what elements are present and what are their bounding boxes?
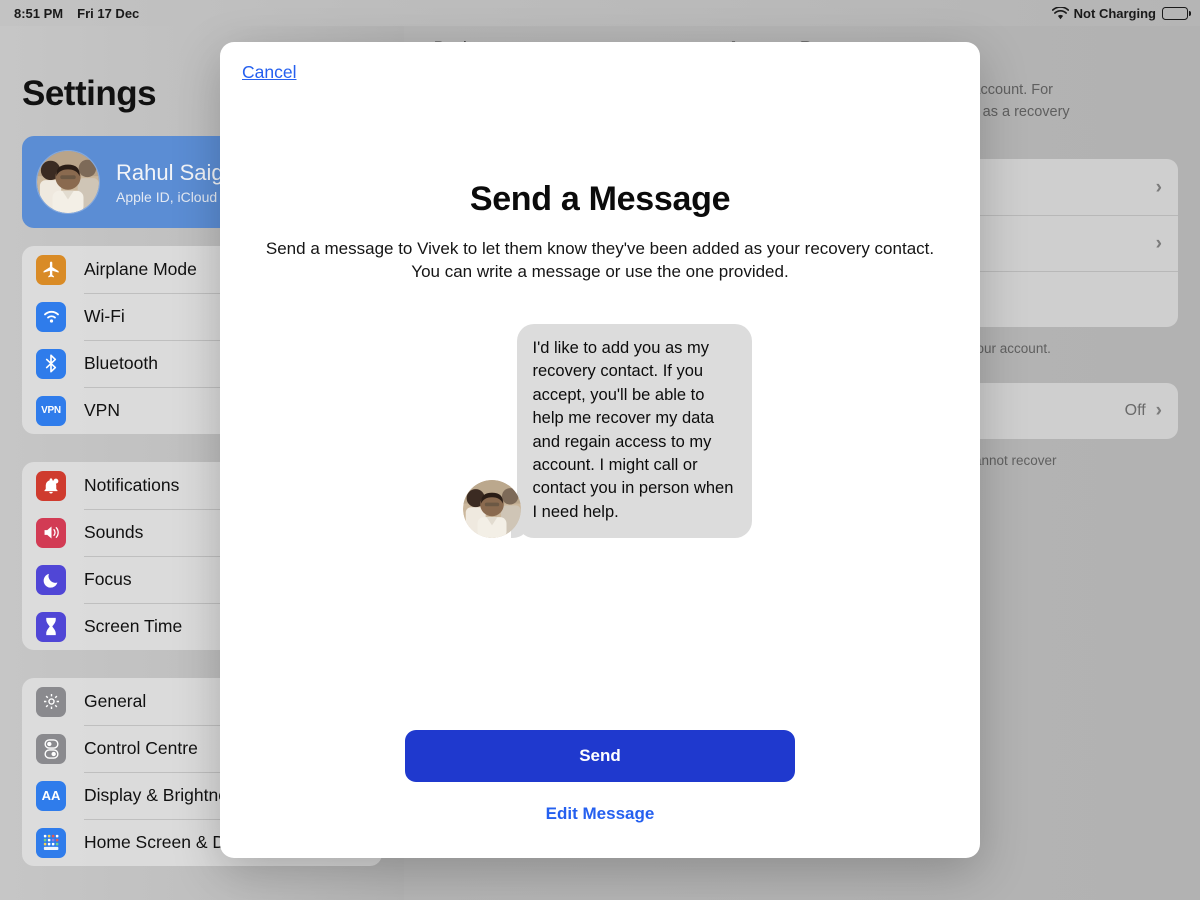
recovery-key-value: Off — [1124, 401, 1146, 419]
vpn-icon: VPN — [36, 395, 66, 426]
status-date: Fri 17 Dec — [77, 5, 140, 21]
send-message-modal: Cancel Send a Message Send a message to … — [220, 42, 980, 858]
sidebar-item-label: Screen Time — [84, 616, 183, 636]
wifi-icon — [1051, 7, 1069, 20]
moon-icon — [36, 564, 66, 595]
hourglass-icon — [36, 611, 66, 642]
speaker-icon — [36, 517, 66, 548]
sidebar-item-label: VPN — [84, 400, 120, 420]
avatar — [36, 150, 100, 214]
sidebar-item-label: Control Centre — [84, 738, 198, 758]
battery-status-label: Not Charging — [1073, 5, 1156, 21]
wifi-icon — [36, 301, 66, 332]
sidebar-item-label: Sounds — [84, 522, 144, 542]
status-bar: 8:51 PM Fri 17 Dec Not Charging — [0, 0, 1200, 26]
profile-text: Rahul Saig Apple ID, iCloud — [116, 159, 224, 206]
cancel-button[interactable]: Cancel — [242, 62, 296, 83]
send-button[interactable]: Send — [405, 730, 795, 782]
status-time: 8:51 PM — [14, 5, 64, 21]
aa-icon: AA — [36, 780, 66, 811]
edit-message-button[interactable]: Edit Message — [220, 804, 980, 824]
ipad-screen: 8:51 PM Fri 17 Dec Not Charging Settings — [0, 0, 1200, 900]
message-preview: I'd like to add you as my recovery conta… — [220, 323, 980, 539]
sidebar-item-label: Bluetooth — [84, 353, 158, 373]
airplane-icon — [36, 254, 66, 285]
profile-name: Rahul Saig — [116, 159, 224, 185]
sidebar-item-label: Wi-Fi — [84, 306, 125, 326]
app-grid-icon — [36, 827, 66, 858]
status-bar-right: Not Charging — [1051, 5, 1191, 21]
status-bar-left: 8:51 PM Fri 17 Dec — [14, 6, 139, 21]
sidebar-item-label: Airplane Mode — [84, 259, 197, 279]
gear-icon — [36, 686, 66, 717]
chevron-right-icon: › — [1155, 176, 1162, 198]
toggles-icon — [36, 733, 66, 764]
chevron-right-icon: › — [1155, 232, 1162, 254]
avatar — [462, 480, 521, 539]
profile-subtitle: Apple ID, iCloud — [116, 189, 218, 206]
chevron-right-icon: › — [1155, 400, 1162, 422]
battery-icon — [1162, 6, 1191, 20]
sidebar-item-label: General — [84, 691, 147, 711]
bluetooth-icon — [36, 348, 66, 379]
modal-subtitle: Send a message to Vivek to let them know… — [265, 239, 935, 282]
modal-actions: Send Edit Message — [220, 730, 980, 858]
message-bubble: I'd like to add you as my recovery conta… — [510, 323, 752, 539]
sidebar-item-label: Notifications — [84, 475, 180, 495]
modal-title: Send a Message — [469, 180, 731, 218]
bell-icon — [36, 470, 66, 501]
sidebar-item-label: Focus — [84, 569, 132, 589]
